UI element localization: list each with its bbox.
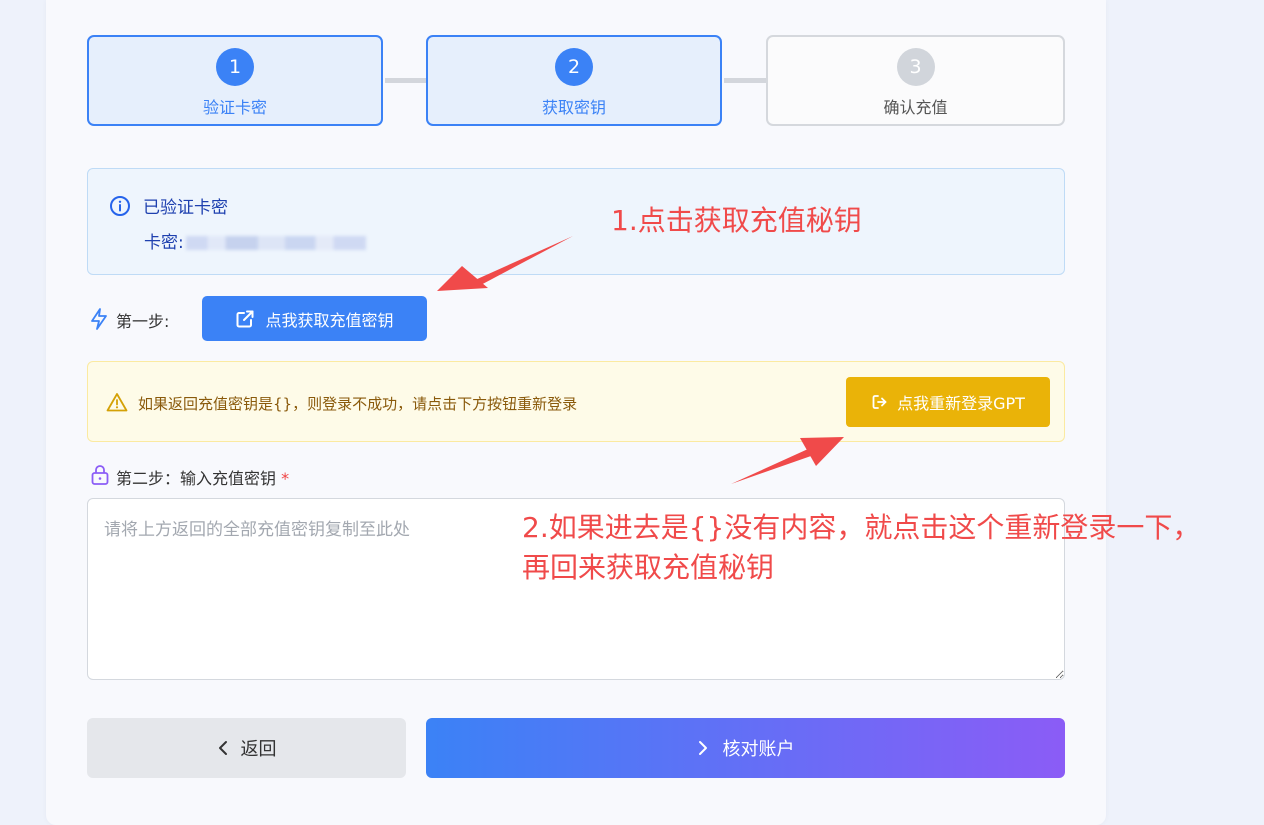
annotation-note-2-line-2: 再回来获取充值秘钥 xyxy=(522,551,775,584)
annotation-arrow-1 xyxy=(475,236,573,287)
annotation-note-2-line-1: 2.如果进去是{}没有内容，就点击这个重新登录一下， xyxy=(522,511,1201,544)
annotation-arrow-2 xyxy=(731,449,811,484)
annotation-note-2: 2.如果进去是{}没有内容，就点击这个重新登录一下， 再回来获取充值秘钥 xyxy=(522,508,1200,588)
annotation-note-1: 1.点击获取充值秘钥 xyxy=(611,204,862,237)
annotation-arrows xyxy=(437,236,844,484)
